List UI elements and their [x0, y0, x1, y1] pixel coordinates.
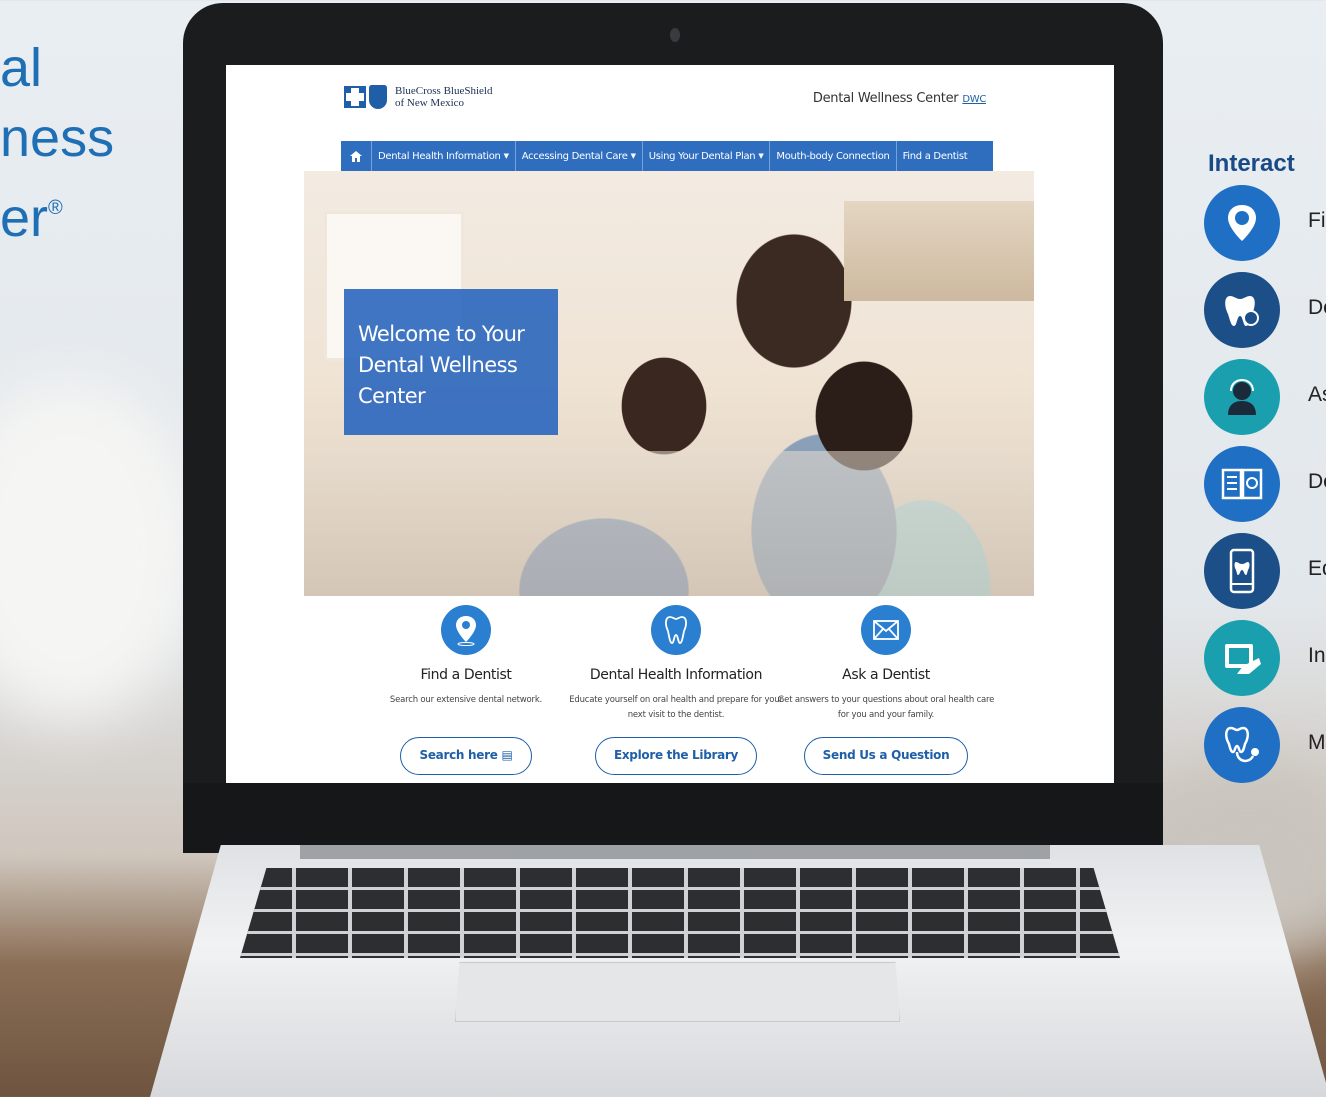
trackpad	[455, 962, 900, 1022]
panel-item-label: De	[1308, 470, 1326, 493]
nav-find-a-dentist[interactable]: Find a Dentist	[897, 141, 974, 171]
logo-line-1: BlueCross BlueShield	[395, 85, 493, 97]
feature-find-dentist: Find a Dentist Search our extensive dent…	[356, 605, 576, 775]
stethoscope-tooth-icon	[1204, 707, 1280, 783]
send-question-button[interactable]: Send Us a Question	[803, 737, 969, 775]
nav-label: Dental Health Information	[378, 150, 501, 162]
dwc-badge: DWC	[962, 94, 986, 105]
hero-sofa	[304, 451, 1034, 596]
envelope-icon	[861, 605, 911, 655]
caret-down-icon: ▼	[503, 152, 509, 160]
nav-dental-health-information[interactable]: Dental Health Information ▼	[372, 141, 516, 171]
panel-item-label: As	[1308, 383, 1326, 406]
feature-title: Dental Health Information	[589, 667, 763, 683]
logo-text: BlueCross BlueShield of New Mexico	[395, 85, 492, 109]
panel-item-mouth-body[interactable]: M	[1204, 707, 1326, 787]
tablet-hand-icon	[1204, 620, 1280, 696]
feature-description: Educate yourself on oral health and prep…	[569, 695, 783, 720]
panel-item-find[interactable]: Fi	[1204, 185, 1326, 265]
title-line-3: er	[0, 188, 49, 248]
caret-down-icon: ▼	[758, 152, 764, 160]
feature-dental-health-info: Dental Health Information Educate yourse…	[566, 605, 786, 775]
panel-item-education[interactable]: Ed	[1204, 533, 1326, 613]
feature-description: Search our extensive dental network.	[389, 695, 543, 705]
blue-cross-icon	[344, 86, 366, 108]
book-icon	[1204, 446, 1280, 522]
hero-shelf	[844, 201, 1034, 301]
panel-item-ask[interactable]: As	[1204, 359, 1326, 439]
interactive-tools-panel: Interact Fi De As De Ed In	[1190, 0, 1326, 800]
laptop-bezel	[183, 783, 1163, 853]
tooth-search-icon	[1204, 272, 1280, 348]
feature-title: Ask a Dentist	[842, 667, 930, 683]
phone-tooth-icon	[1204, 533, 1280, 609]
document-icon: ▤	[501, 748, 513, 762]
caret-down-icon: ▼	[630, 152, 636, 160]
nav-label: Find a Dentist	[902, 150, 968, 162]
laptop-screen: BlueCross BlueShield of New Mexico Denta…	[226, 65, 1114, 783]
feature-description: Get answers to your questions about oral…	[777, 695, 995, 720]
site-header: BlueCross BlueShield of New Mexico Denta…	[226, 65, 1114, 140]
panel-item-dental-cost[interactable]: De	[1204, 272, 1326, 352]
dwc-site-title[interactable]: Dental Wellness Center DWC	[813, 91, 986, 106]
dwc-title-text: Dental Wellness Center	[812, 91, 959, 106]
background-blur	[0, 380, 200, 720]
logo-line-2: of New Mexico	[395, 97, 465, 109]
button-label: Search here	[419, 748, 498, 762]
main-nav: Dental Health Information ▼ Accessing Den…	[341, 141, 993, 171]
home-nav-button[interactable]	[341, 141, 372, 171]
search-here-button[interactable]: Search here ▤	[400, 737, 532, 775]
panel-item-interactive[interactable]: In	[1204, 620, 1326, 700]
feature-cards: Find a Dentist Search our extensive dent…	[356, 605, 996, 783]
registered-mark: ®	[48, 197, 63, 219]
nav-accessing-dental-care[interactable]: Accessing Dental Care ▼	[516, 141, 643, 171]
panel-item-label: In	[1308, 644, 1326, 667]
feature-title: Find a Dentist	[420, 667, 512, 683]
title-line-1: al	[0, 38, 43, 98]
title-line-2: ness	[0, 108, 115, 168]
panel-item-label: Fi	[1308, 209, 1326, 232]
keyboard-rows	[240, 868, 1120, 958]
bcbs-logo[interactable]: BlueCross BlueShield of New Mexico	[344, 85, 492, 109]
nav-label: Accessing Dental Care	[521, 150, 628, 162]
blue-shield-icon	[369, 85, 387, 109]
nav-mouth-body-connection[interactable]: Mouth-body Connection	[770, 141, 897, 171]
welcome-banner: Welcome to Your Dental Wellness Center	[344, 289, 558, 435]
panel-item-library[interactable]: De	[1204, 446, 1326, 526]
location-pin-icon	[441, 605, 491, 655]
home-icon	[350, 150, 362, 162]
nav-label: Mouth-body Connection	[776, 150, 890, 162]
feature-ask-dentist: Ask a Dentist Get answers to your questi…	[776, 605, 996, 775]
webcam	[670, 28, 680, 42]
hero-image: Welcome to Your Dental Wellness Center	[304, 171, 1034, 596]
panel-heading: Interact	[1208, 150, 1295, 177]
panel-item-label: De	[1308, 296, 1326, 319]
panel-item-label: Ed	[1308, 557, 1326, 580]
headset-person-icon	[1204, 359, 1280, 435]
panel-item-label: M	[1308, 731, 1326, 754]
tooth-icon	[651, 605, 701, 655]
laptop-hinge	[300, 845, 1050, 859]
nav-using-your-dental-plan[interactable]: Using Your Dental Plan ▼	[643, 141, 771, 171]
location-pin-icon	[1204, 185, 1280, 261]
explore-library-button[interactable]: Explore the Library	[594, 737, 758, 775]
nav-label: Using Your Dental Plan	[648, 150, 756, 162]
